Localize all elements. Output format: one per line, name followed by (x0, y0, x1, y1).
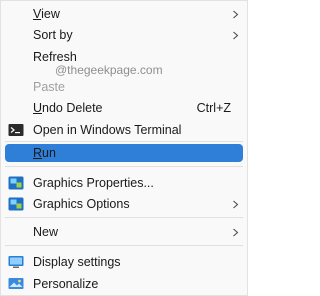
menu-item-label: Display settings (33, 255, 121, 269)
intel-graphics-icon (8, 197, 24, 211)
menu-item-label: View (33, 7, 60, 21)
menu-separator (5, 166, 243, 167)
menu-item-open-in-terminal[interactable]: Open in Windows Terminal (5, 121, 243, 139)
display-icon (8, 256, 24, 268)
menu-item-label: Sort by (33, 28, 73, 42)
personalize-icon (8, 278, 24, 289)
menu-item-display-settings[interactable]: Display settings (5, 253, 243, 271)
menu-item-label: Paste (33, 80, 65, 94)
menu-separator (5, 217, 243, 218)
menu-item-label: Graphics Options (33, 197, 130, 211)
menu-item-label: Personalize (33, 277, 99, 291)
intel-graphics-icon (8, 176, 24, 190)
menu-item-new[interactable]: New (5, 223, 243, 241)
chevron-right-icon (233, 10, 239, 19)
menu-item-label: New (33, 225, 59, 239)
menu-item-label: Undo Delete (33, 101, 103, 115)
menu-item-graphics-options[interactable]: Graphics Options (5, 195, 243, 213)
chevron-right-icon (233, 228, 239, 237)
menu-item-paste: Paste (5, 78, 243, 96)
chevron-right-icon (233, 31, 239, 40)
menu-item-personalize[interactable]: Personalize (5, 275, 243, 293)
menu-item-undo-delete[interactable]: Undo Delete Ctrl+Z (5, 99, 243, 117)
menu-separator (5, 245, 243, 246)
menu-item-graphics-properties[interactable]: Graphics Properties... (5, 174, 243, 192)
chevron-right-icon (233, 200, 239, 209)
menu-item-view[interactable]: View (5, 5, 243, 23)
watermark: @thegeekpage.com (55, 63, 163, 77)
menu-item-run[interactable]: Run (5, 144, 243, 162)
terminal-icon (8, 124, 24, 136)
menu-item-shortcut: Ctrl+Z (196, 101, 231, 115)
menu-item-label: Graphics Properties... (33, 176, 154, 190)
menu-item-sort-by[interactable]: Sort by (5, 26, 243, 44)
menu-separator (5, 141, 243, 142)
menu-item-label: Run (33, 146, 56, 160)
menu-item-label: Open in Windows Terminal (33, 123, 182, 137)
desktop-context-menu: View Sort by Refresh @thegeekpage.com Pa… (0, 0, 248, 296)
